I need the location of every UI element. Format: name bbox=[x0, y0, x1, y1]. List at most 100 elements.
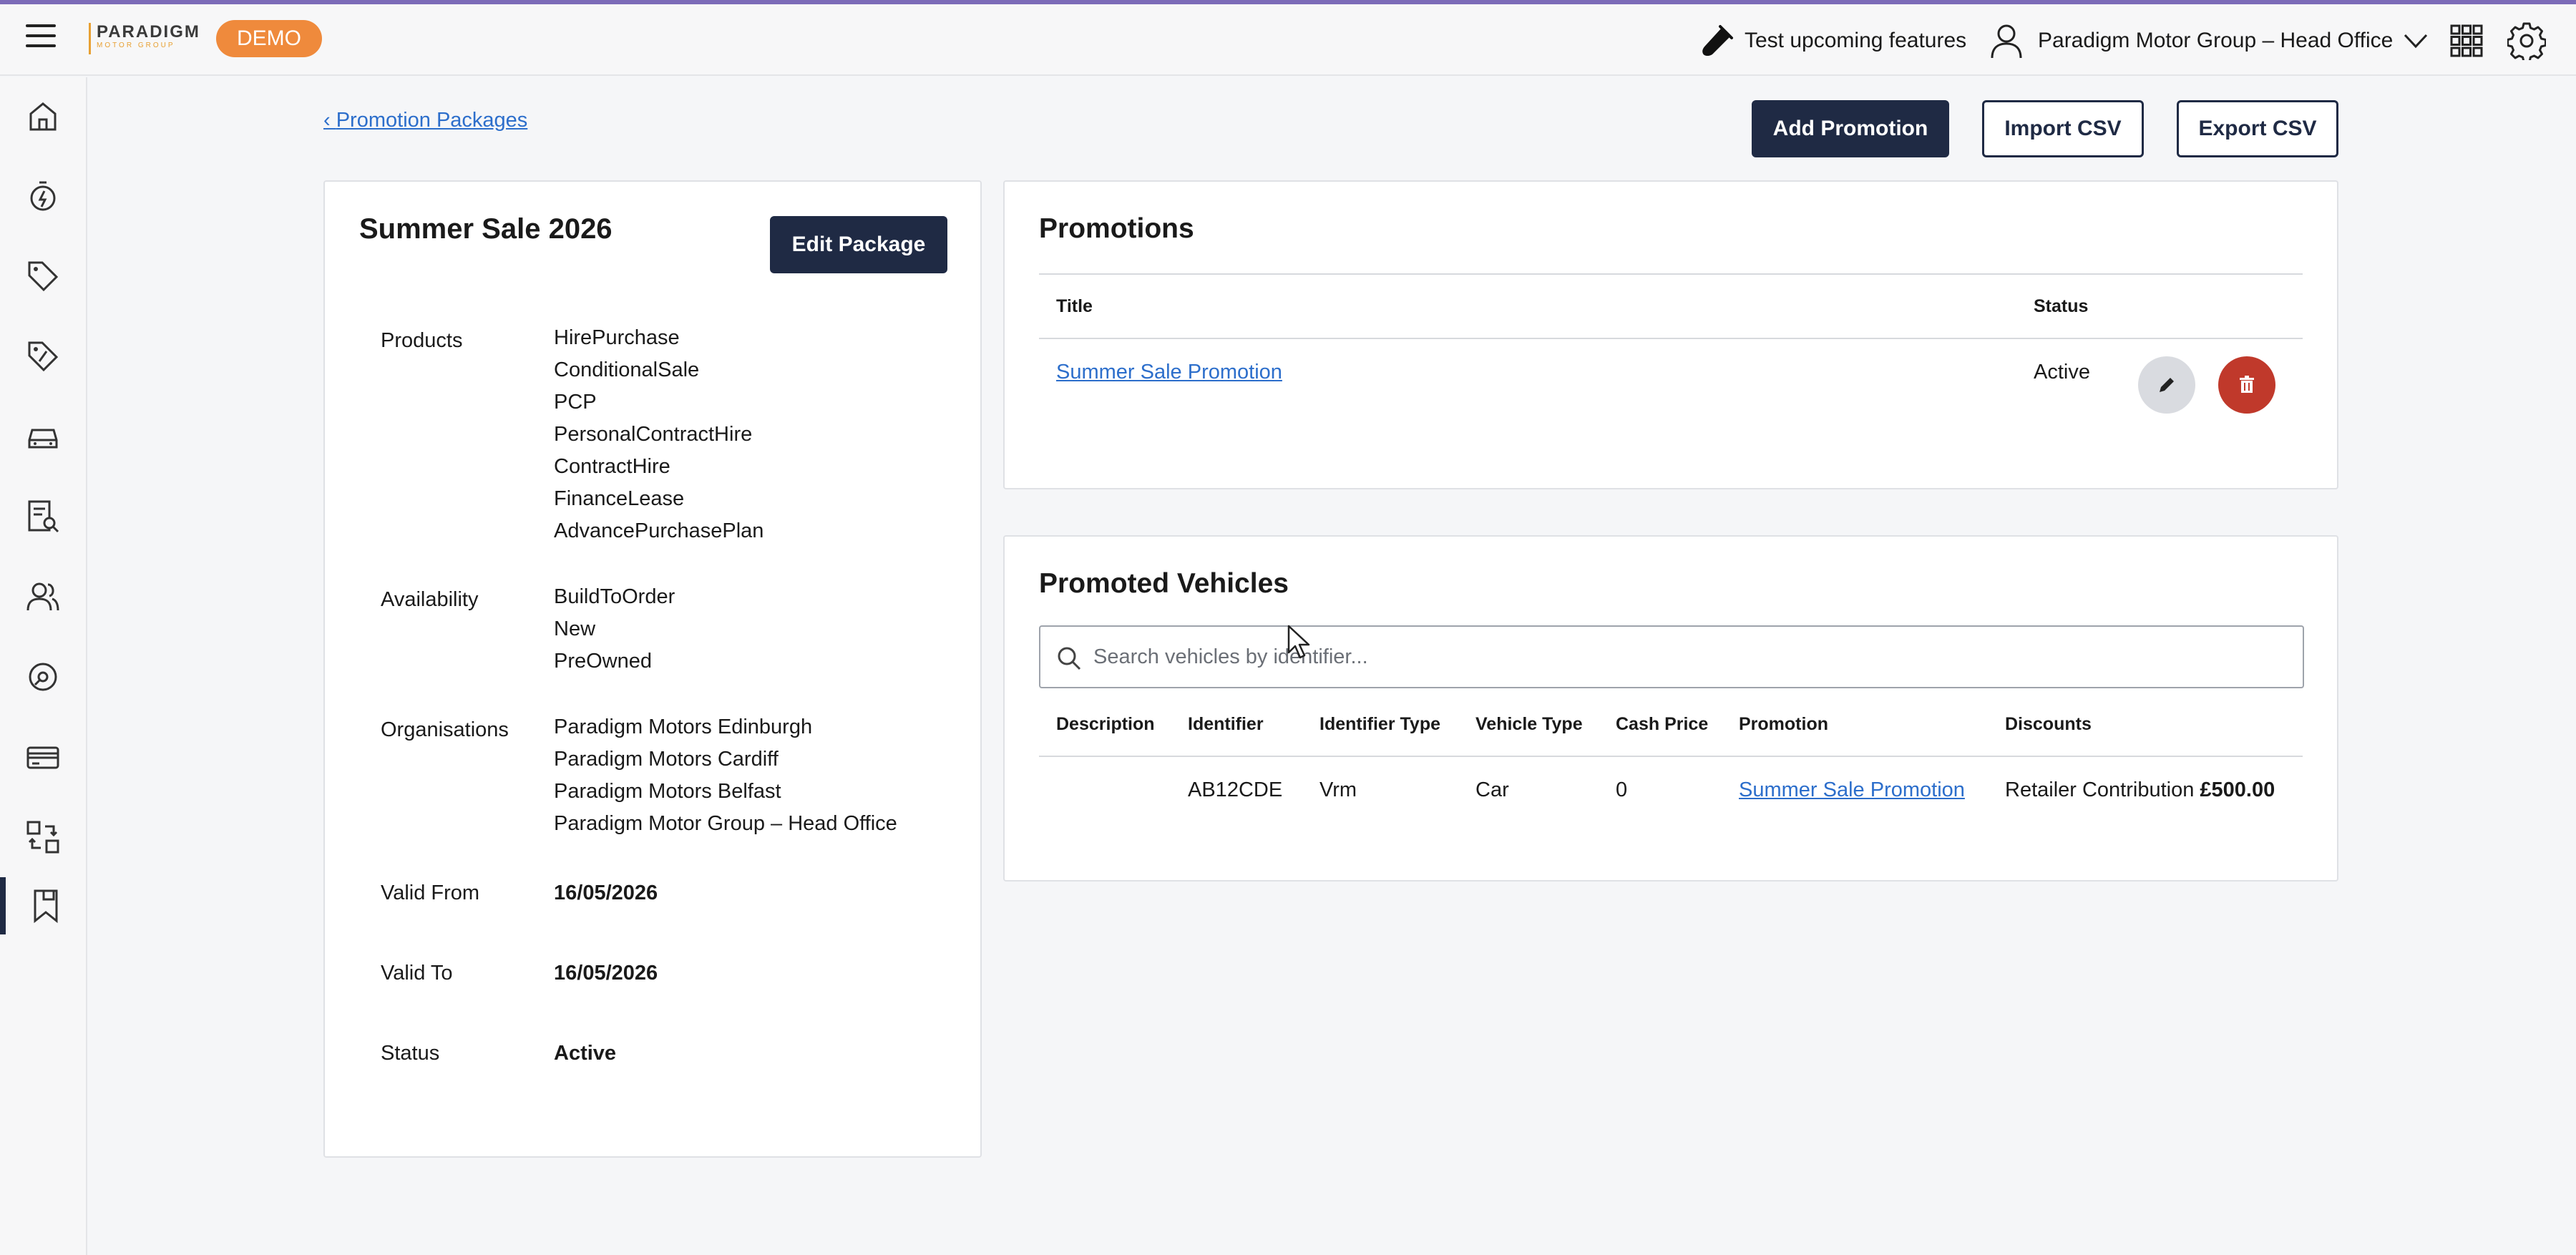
sidebar-item-reports[interactable] bbox=[0, 488, 86, 545]
organisation-item: Paradigm Motors Cardiff bbox=[554, 748, 779, 771]
edit-promotion-button[interactable] bbox=[2138, 356, 2195, 414]
package-title: Summer Sale 2026 bbox=[359, 213, 613, 245]
promotions-card: Promotions Title Status Summer Sale Prom… bbox=[1003, 180, 2338, 489]
column-header-discounts: Discounts bbox=[2005, 714, 2092, 734]
export-csv-button[interactable]: Export CSV bbox=[2177, 100, 2338, 157]
logo-subtext: MOTOR GROUP bbox=[97, 41, 175, 49]
mouse-cursor-icon bbox=[1287, 625, 1310, 659]
valid-to-label: Valid To bbox=[381, 962, 453, 985]
gear-icon[interactable] bbox=[2507, 21, 2546, 60]
package-details-card: Summer Sale 2026 Edit Package Products H… bbox=[323, 180, 982, 1158]
sidebar bbox=[0, 77, 87, 1255]
top-bar: PARADIGM MOTOR GROUP DEMO Test upcoming … bbox=[0, 4, 2576, 76]
import-csv-button[interactable]: Import CSV bbox=[1982, 100, 2144, 157]
vehicle-type: Car bbox=[1475, 778, 1509, 801]
product-item: FinanceLease bbox=[554, 487, 685, 510]
organisation-item: Paradigm Motors Edinburgh bbox=[554, 716, 813, 738]
column-header-cash-price: Cash Price bbox=[1616, 714, 1709, 734]
apps-grid-icon[interactable] bbox=[2450, 24, 2483, 57]
trash-icon bbox=[2240, 376, 2254, 393]
test-features-label: Test upcoming features bbox=[1745, 29, 1967, 52]
organisation-switcher[interactable]: Paradigm Motor Group – Head Office bbox=[1988, 21, 2429, 60]
sidebar-item-promotions[interactable] bbox=[0, 877, 86, 934]
products-label: Products bbox=[381, 329, 463, 352]
sidebar-item-customers[interactable] bbox=[0, 568, 86, 625]
logo[interactable]: PARADIGM MOTOR GROUP bbox=[89, 23, 200, 54]
availability-item: BuildToOrder bbox=[554, 585, 675, 608]
column-header-identifier: Identifier bbox=[1188, 714, 1264, 734]
organisation-item: Paradigm Motors Belfast bbox=[554, 780, 781, 803]
product-item: AdvancePurchasePlan bbox=[554, 519, 764, 542]
product-item: HirePurchase bbox=[554, 326, 680, 349]
valid-from-label: Valid From bbox=[381, 882, 480, 904]
demo-badge: DEMO bbox=[216, 20, 322, 57]
report-search-icon bbox=[28, 500, 59, 533]
tag-icon bbox=[28, 261, 59, 292]
divider bbox=[1039, 273, 2303, 275]
vehicle-identifier: AB12CDE bbox=[1188, 778, 1283, 801]
search-icon bbox=[1058, 647, 1081, 670]
payment-card-icon bbox=[26, 746, 59, 769]
settings-badge-icon bbox=[29, 663, 57, 691]
delete-promotion-button[interactable] bbox=[2218, 356, 2275, 414]
menu-icon[interactable] bbox=[26, 24, 56, 50]
sidebar-item-home[interactable] bbox=[0, 87, 86, 145]
promoted-vehicles-card: Promoted Vehicles Description Identifier… bbox=[1003, 535, 2338, 882]
transfer-icon bbox=[26, 821, 59, 854]
edit-package-button[interactable]: Edit Package bbox=[770, 216, 947, 273]
promotion-title-link[interactable]: Summer Sale Promotion bbox=[1056, 361, 1282, 384]
back-to-promotion-packages-link[interactable]: ‹ Promotion Packages bbox=[323, 109, 527, 132]
availability-item: New bbox=[554, 617, 596, 640]
product-item: PCP bbox=[554, 391, 597, 414]
availability-list: BuildToOrder New PreOwned bbox=[554, 581, 675, 678]
column-header-identifier-type: Identifier Type bbox=[1319, 714, 1441, 734]
vehicle-search[interactable] bbox=[1039, 625, 2304, 688]
vehicle-search-input[interactable] bbox=[1093, 627, 2296, 687]
discount-amount: £500.00 bbox=[2200, 778, 2275, 801]
valid-from-value: 16/05/2026 bbox=[554, 882, 658, 904]
product-item: ContractHire bbox=[554, 455, 670, 478]
organisations-label: Organisations bbox=[381, 718, 509, 741]
organisation-name: Paradigm Motor Group – Head Office bbox=[2038, 29, 2394, 52]
organisations-list: Paradigm Motors Edinburgh Paradigm Motor… bbox=[554, 711, 897, 840]
column-header-promotion: Promotion bbox=[1739, 714, 1828, 734]
user-icon bbox=[1991, 24, 2022, 59]
users-icon bbox=[26, 582, 59, 611]
column-header-title: Title bbox=[1056, 296, 1093, 316]
sidebar-item-vehicles[interactable] bbox=[0, 408, 86, 465]
vehicle-promotion-link[interactable]: Summer Sale Promotion bbox=[1739, 778, 1965, 802]
divider bbox=[1039, 756, 2303, 757]
sidebar-item-configuration[interactable] bbox=[0, 648, 86, 705]
availability-item: PreOwned bbox=[554, 650, 653, 673]
discount-name: Retailer Contribution bbox=[2005, 778, 2195, 801]
products-list: HirePurchase ConditionalSale PCP Persona… bbox=[554, 322, 763, 547]
product-item: ConditionalSale bbox=[554, 358, 700, 381]
logo-text: PARADIGM bbox=[97, 22, 200, 41]
column-header-description: Description bbox=[1056, 714, 1155, 734]
organisation-item: Paradigm Motor Group – Head Office bbox=[554, 812, 897, 835]
bookmark-icon bbox=[34, 889, 58, 924]
valid-to-value: 16/05/2026 bbox=[554, 962, 658, 985]
sidebar-item-finance[interactable] bbox=[0, 728, 86, 786]
car-icon bbox=[28, 429, 58, 449]
chevron-down-icon bbox=[2404, 34, 2428, 49]
vehicle-identifier-type: Vrm bbox=[1319, 778, 1357, 801]
column-header-status: Status bbox=[2034, 296, 2089, 316]
promotion-status: Active bbox=[2034, 361, 2090, 384]
sidebar-item-offers[interactable] bbox=[0, 328, 86, 385]
vehicle-discount: Retailer Contribution £500.00 bbox=[2005, 778, 2275, 802]
promotions-title: Promotions bbox=[1039, 213, 1194, 244]
promoted-vehicles-title: Promoted Vehicles bbox=[1039, 568, 1289, 599]
pencil-icon bbox=[2160, 378, 2174, 392]
add-promotion-button[interactable]: Add Promotion bbox=[1752, 100, 1949, 157]
vehicle-cash-price: 0 bbox=[1616, 778, 1628, 801]
sidebar-item-pricing[interactable] bbox=[0, 248, 86, 305]
sidebar-item-performance[interactable] bbox=[0, 167, 86, 225]
test-upcoming-features-link[interactable]: Test upcoming features bbox=[1700, 23, 1966, 59]
status-label: Status bbox=[381, 1042, 440, 1065]
sidebar-item-transfers[interactable] bbox=[0, 809, 86, 866]
status-value: Active bbox=[554, 1042, 617, 1065]
stopwatch-icon bbox=[30, 181, 56, 211]
back-link-label: Promotion Packages bbox=[336, 109, 528, 132]
product-item: PersonalContractHire bbox=[554, 423, 753, 446]
